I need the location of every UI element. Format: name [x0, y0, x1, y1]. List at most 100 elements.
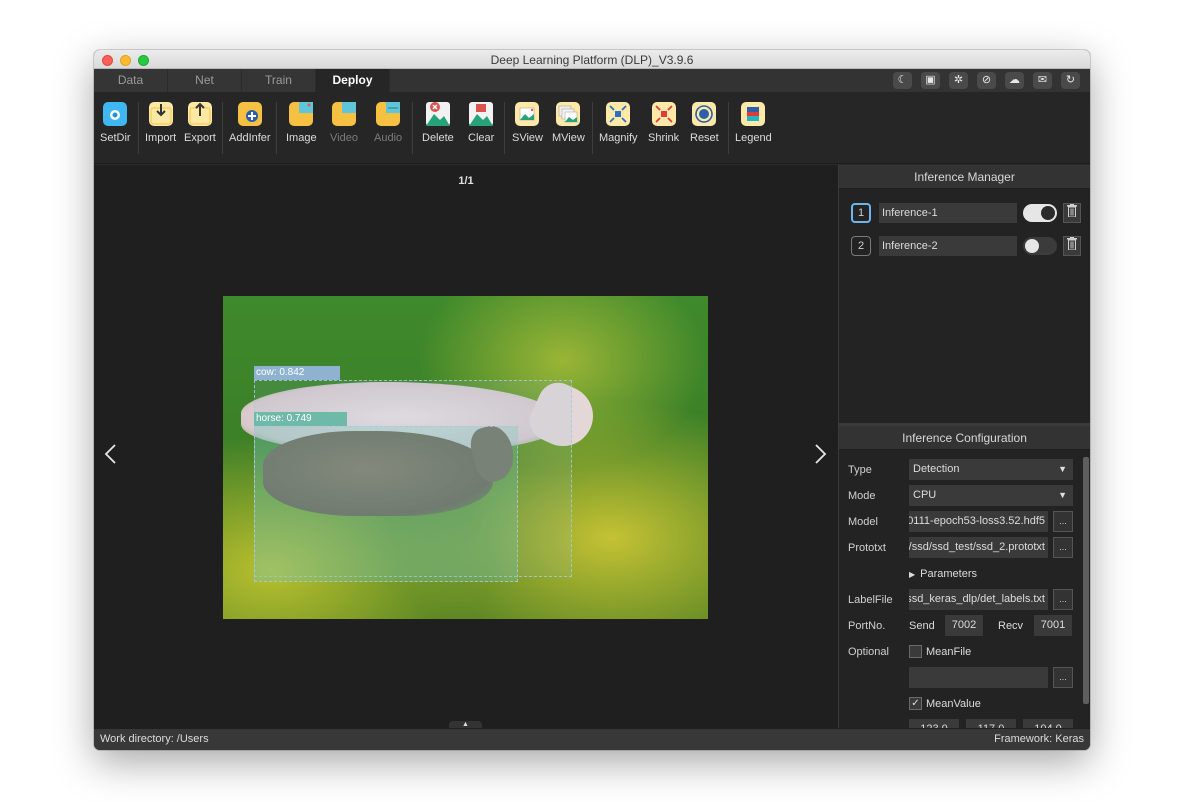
- prev-image-button[interactable]: [103, 443, 117, 470]
- tab-net[interactable]: Net: [168, 69, 242, 92]
- title-bar: Deep Learning Platform (DLP)_V3.9.6: [94, 50, 1090, 69]
- type-select[interactable]: Detection ▼: [909, 459, 1073, 480]
- delete-inference-button[interactable]: [1063, 236, 1081, 256]
- meanvalue-checkbox[interactable]: ✓: [909, 697, 922, 710]
- refresh-icon[interactable]: ↻: [1061, 72, 1080, 89]
- window-title: Deep Learning Platform (DLP)_V3.9.6: [490, 53, 694, 67]
- chevron-down-icon: ▼: [1058, 490, 1067, 500]
- shrink-button[interactable]: Shrink: [648, 102, 679, 144]
- audio-button[interactable]: Audio: [374, 102, 402, 144]
- magnify-icon: [606, 102, 631, 126]
- video-folder-icon: [331, 102, 356, 126]
- model-path-field[interactable]: 0111-epoch53-loss3.52.hdf5: [909, 511, 1048, 532]
- meanfile-path-field[interactable]: [909, 667, 1048, 688]
- mode-select[interactable]: CPU ▼: [909, 485, 1073, 506]
- gear-icon[interactable]: ✲: [949, 72, 968, 89]
- toolbar-separator: [592, 102, 593, 154]
- delete-inference-button[interactable]: [1063, 203, 1081, 223]
- right-sidebar: Inference Manager 1 Inference-1 2 Infere…: [838, 165, 1090, 731]
- delete-button[interactable]: Delete: [422, 102, 454, 144]
- labelfile-path-field[interactable]: ssd_keras_dlp/det_labels.txt: [909, 589, 1048, 610]
- collapse-panel-toggle[interactable]: ▲: [449, 721, 482, 728]
- prototxt-path-field[interactable]: s/ssd/ssd_test/ssd_2.prototxt: [909, 537, 1048, 558]
- status-bar: Work directory: /Users Framework: Keras: [94, 728, 1090, 750]
- close-window-button[interactable]: [102, 55, 113, 66]
- inference-enable-toggle[interactable]: [1023, 237, 1057, 255]
- image-button[interactable]: Image: [286, 102, 317, 144]
- tab-train[interactable]: Train: [242, 69, 316, 92]
- port-row: PortNo. Send 7002 Recv 7001: [839, 615, 1079, 637]
- image-viewer[interactable]: 1/1 cow: 0.842 horse: 0.749 ▲: [94, 165, 838, 728]
- inference-manager-panel: Inference Manager 1 Inference-1 2 Infere…: [839, 165, 1090, 423]
- framework-status: Framework: Keras: [994, 733, 1084, 745]
- inference-index-badge[interactable]: 1: [851, 203, 871, 223]
- port-label: PortNo.: [848, 620, 886, 632]
- detection-image[interactable]: cow: 0.842 horse: 0.749: [223, 296, 708, 619]
- trash-icon: [1067, 237, 1077, 251]
- setdir-button[interactable]: SetDir: [100, 102, 131, 144]
- shrink-icon: [651, 102, 676, 126]
- type-row: Type Detection ▼: [839, 459, 1079, 481]
- import-icon: [148, 102, 173, 126]
- export-button[interactable]: Export: [184, 102, 216, 144]
- meanvalue-row: ✓ MeanValue: [839, 693, 1079, 715]
- labelfile-label: LabelFile: [848, 594, 893, 606]
- chevron-right-icon: [815, 444, 827, 464]
- toggle-knob: [1025, 239, 1039, 253]
- model-browse-button[interactable]: ...: [1053, 511, 1073, 532]
- meanfile-checkbox[interactable]: [909, 645, 922, 658]
- optional-label: Optional: [848, 646, 889, 658]
- clear-button[interactable]: Clear: [468, 102, 494, 144]
- wechat-icon[interactable]: ☁: [1005, 72, 1024, 89]
- inference-item[interactable]: 2 Inference-2: [839, 235, 1090, 257]
- inference-configuration-panel: Inference Configuration Type Detection ▼…: [839, 423, 1090, 731]
- work-directory-status: Work directory: /Users: [100, 733, 209, 745]
- save-icon[interactable]: ▣: [921, 72, 940, 89]
- inference-configuration-title: Inference Configuration: [839, 426, 1090, 450]
- parameters-expander[interactable]: ▶ Parameters: [909, 563, 977, 586]
- folder-settings-icon: [103, 102, 128, 126]
- moon-icon[interactable]: ☾: [893, 72, 912, 89]
- trash-icon: [1067, 204, 1077, 218]
- recv-port-field[interactable]: 7001: [1034, 615, 1072, 636]
- bbox-label-horse: horse: 0.749: [254, 412, 347, 426]
- meanfile-browse-button[interactable]: ...: [1053, 667, 1073, 688]
- chevron-left-icon: [104, 444, 116, 464]
- mail-icon[interactable]: ✉: [1033, 72, 1052, 89]
- legend-button[interactable]: Legend: [735, 102, 772, 144]
- bbox-horse: [254, 426, 518, 582]
- audio-folder-icon: [376, 102, 401, 126]
- inference-manager-title: Inference Manager: [839, 165, 1090, 189]
- addinfer-button[interactable]: AddInfer: [229, 102, 271, 144]
- mview-button[interactable]: MView: [552, 102, 585, 144]
- send-port-field[interactable]: 7002: [945, 615, 983, 636]
- inference-name-field[interactable]: Inference-2: [879, 236, 1017, 256]
- optional-row: Optional MeanFile: [839, 641, 1079, 663]
- config-form: Type Detection ▼ Mode CPU ▼ Model 0111-e…: [839, 453, 1090, 731]
- labelfile-row: LabelFile ssd_keras_dlp/det_labels.txt .…: [839, 589, 1079, 611]
- zoom-window-button[interactable]: [138, 55, 149, 66]
- labelfile-browse-button[interactable]: ...: [1053, 589, 1073, 610]
- tab-data[interactable]: Data: [94, 69, 168, 92]
- recv-label: Recv: [998, 620, 1024, 632]
- magnify-button[interactable]: Magnify: [599, 102, 638, 144]
- toolbar-separator: [412, 102, 413, 154]
- next-image-button[interactable]: [814, 443, 828, 470]
- sview-button[interactable]: SView: [512, 102, 543, 144]
- reset-button[interactable]: Reset: [690, 102, 719, 144]
- inference-name-field[interactable]: Inference-1: [879, 203, 1017, 223]
- expand-triangle-icon: ▶: [909, 570, 916, 579]
- video-button[interactable]: Video: [330, 102, 358, 144]
- inference-item[interactable]: 1 Inference-1: [839, 202, 1090, 224]
- import-button[interactable]: Import: [145, 102, 176, 144]
- prototxt-browse-button[interactable]: ...: [1053, 537, 1073, 558]
- minimize-window-button[interactable]: [120, 55, 131, 66]
- inference-index-badge[interactable]: 2: [851, 236, 871, 256]
- toolbar-separator: [728, 102, 729, 154]
- compass-icon[interactable]: ⊘: [977, 72, 996, 89]
- tab-deploy[interactable]: Deploy: [316, 69, 390, 92]
- model-label: Model: [848, 516, 878, 528]
- inference-enable-toggle[interactable]: [1023, 204, 1057, 222]
- reset-icon: [692, 102, 717, 126]
- toolbar: SetDir Import Export AddInfer Image Vide…: [94, 92, 1090, 164]
